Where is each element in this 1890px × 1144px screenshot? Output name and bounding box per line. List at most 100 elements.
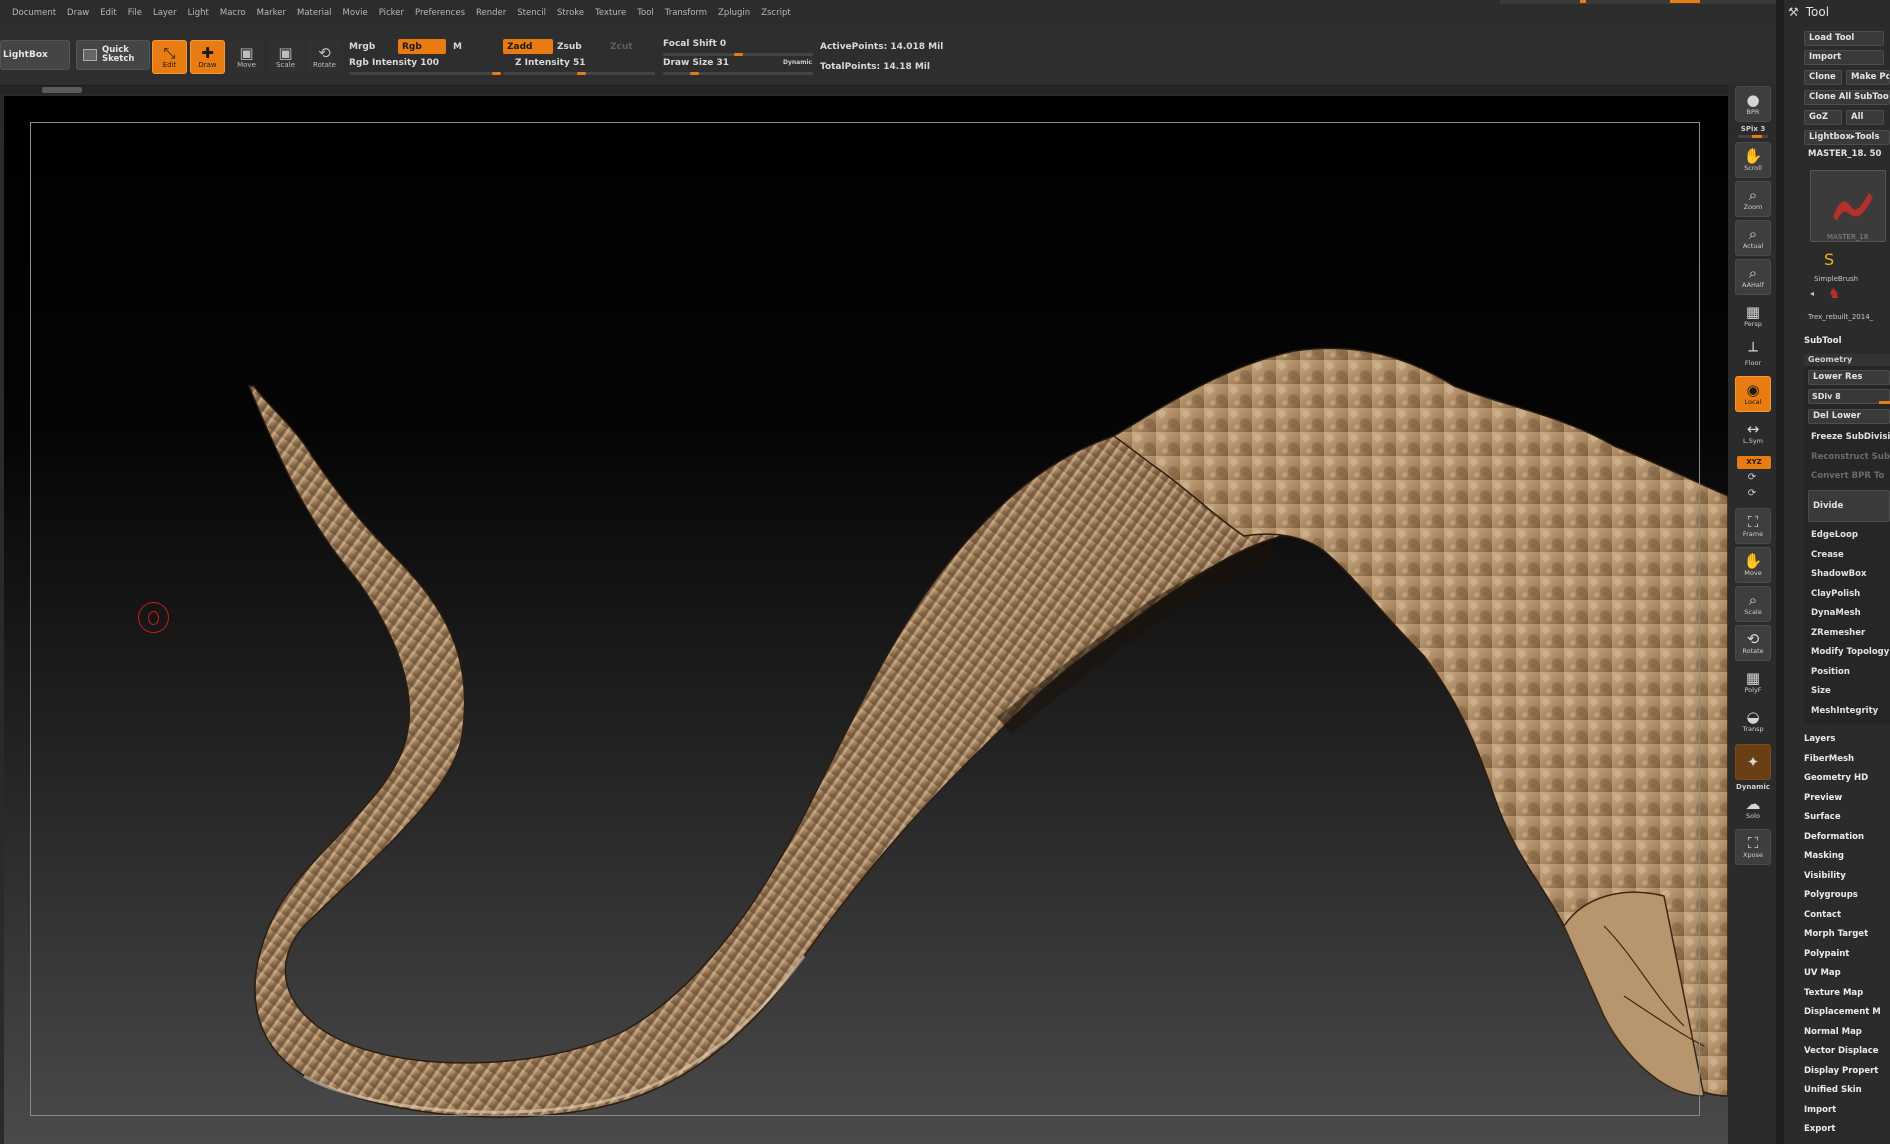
toolbar-scrollbar[interactable] bbox=[0, 86, 1780, 94]
section-visibility[interactable]: Visibility bbox=[1804, 871, 1846, 881]
ghost-button[interactable]: ✦ bbox=[1735, 744, 1771, 780]
freeze-subdivision-button[interactable]: Freeze SubDivisi bbox=[1811, 432, 1890, 442]
actual-button[interactable]: ⌕ Actual bbox=[1735, 220, 1771, 256]
polyf-button[interactable]: ▦ PolyF bbox=[1735, 664, 1771, 700]
zoom-button[interactable]: ⌕ Zoom bbox=[1735, 181, 1771, 217]
trex-icon[interactable]: ♞ bbox=[1828, 286, 1841, 302]
rotate-z-icon[interactable]: ⟳ bbox=[1740, 488, 1764, 499]
spix-slider[interactable] bbox=[1738, 135, 1768, 138]
menu-document[interactable]: Document bbox=[12, 8, 56, 18]
bpr-button[interactable]: ● BPR bbox=[1735, 86, 1771, 122]
lightbox-tools-button[interactable]: Lightbox▸Tools bbox=[1804, 130, 1890, 145]
geometry-shadowbox[interactable]: ShadowBox bbox=[1811, 569, 1867, 579]
section-morph-target[interactable]: Morph Target bbox=[1804, 929, 1868, 939]
reconstruct-subdiv-button[interactable]: Reconstruct Sub bbox=[1811, 452, 1890, 462]
section-fibermesh[interactable]: FiberMesh bbox=[1804, 754, 1854, 764]
section-import[interactable]: Import bbox=[1804, 1105, 1836, 1115]
section-geometry-hd[interactable]: Geometry HD bbox=[1804, 773, 1868, 783]
solo-button[interactable]: ☁ Solo bbox=[1735, 790, 1771, 826]
clone-button[interactable]: Clone bbox=[1804, 70, 1842, 85]
geometry-zremesher[interactable]: ZRemesher bbox=[1811, 628, 1865, 638]
goz-all-button[interactable]: All bbox=[1846, 110, 1884, 125]
quick-sketch-button[interactable]: Quick Sketch bbox=[76, 40, 150, 70]
xpose-button[interactable]: ⛶ Xpose bbox=[1735, 829, 1771, 865]
palette-divider[interactable] bbox=[1776, 0, 1784, 1144]
draw-size-slider[interactable] bbox=[663, 72, 813, 75]
trex-tool-label[interactable]: Trex_rebuilt_2014_ bbox=[1808, 313, 1873, 321]
menu-stroke[interactable]: Stroke bbox=[557, 8, 584, 18]
geometry-modify-topology[interactable]: Modify Topology bbox=[1811, 647, 1889, 657]
rotate-button[interactable]: ⟲ Rotate bbox=[307, 40, 342, 74]
menu-stencil[interactable]: Stencil bbox=[517, 8, 546, 18]
clone-all-subtools-button[interactable]: Clone All SubToo bbox=[1804, 90, 1890, 105]
shelf-scale-button[interactable]: ⌕ Scale bbox=[1735, 586, 1771, 622]
section-masking[interactable]: Masking bbox=[1804, 851, 1844, 861]
geometry-dynamesh[interactable]: DynaMesh bbox=[1811, 608, 1861, 618]
geometry-section[interactable]: Geometry bbox=[1804, 354, 1890, 366]
menu-marker[interactable]: Marker bbox=[257, 8, 286, 18]
menu-tool[interactable]: Tool bbox=[637, 8, 654, 18]
sdiv-slider[interactable]: SDiv 8 bbox=[1808, 389, 1890, 404]
geometry-meshintegrity[interactable]: MeshIntegrity bbox=[1811, 706, 1878, 716]
import-button[interactable]: Import bbox=[1804, 50, 1884, 65]
dynamic-toggle[interactable]: Dynamic bbox=[783, 59, 812, 66]
menu-transform[interactable]: Transform bbox=[665, 8, 707, 18]
menu-zscript[interactable]: Zscript bbox=[761, 8, 791, 18]
menu-draw[interactable]: Draw bbox=[67, 8, 89, 18]
transp-button[interactable]: ◒ Transp bbox=[1735, 703, 1771, 739]
menu-layer[interactable]: Layer bbox=[153, 8, 177, 18]
lightbox-button[interactable]: LightBox bbox=[0, 40, 70, 70]
rgb-intensity-slider[interactable] bbox=[349, 72, 501, 75]
scale-button[interactable]: ▣ Scale bbox=[268, 40, 303, 74]
section-preview[interactable]: Preview bbox=[1804, 793, 1842, 803]
menu-macro[interactable]: Macro bbox=[220, 8, 246, 18]
section-uv-map[interactable]: UV Map bbox=[1804, 968, 1841, 978]
make-polymesh-button[interactable]: Make Po bbox=[1846, 70, 1890, 85]
section-normal-map[interactable]: Normal Map bbox=[1804, 1027, 1862, 1037]
menu-light[interactable]: Light bbox=[188, 8, 209, 18]
section-export[interactable]: Export bbox=[1804, 1124, 1835, 1134]
shelf-rotate-button[interactable]: ⟲ Rotate bbox=[1735, 625, 1771, 661]
load-tool-button[interactable]: Load Tool bbox=[1804, 31, 1884, 46]
floor-button[interactable]: ┴ Floor bbox=[1735, 337, 1771, 373]
frame-button[interactable]: ⛶ Frame bbox=[1735, 508, 1771, 544]
z-intensity-thumb[interactable] bbox=[576, 72, 586, 75]
del-lower-button[interactable]: Del Lower bbox=[1808, 409, 1890, 424]
rotate-y-icon[interactable]: ⟳ bbox=[1740, 472, 1764, 483]
menu-zplugin[interactable]: Zplugin bbox=[718, 8, 750, 18]
zsub-toggle[interactable]: Zsub bbox=[557, 42, 582, 52]
section-display-propert[interactable]: Display Propert bbox=[1804, 1066, 1878, 1076]
focal-shift-slider[interactable] bbox=[663, 53, 813, 56]
geometry-position[interactable]: Position bbox=[1811, 667, 1850, 677]
draw-button[interactable]: ✚ Draw bbox=[190, 40, 225, 74]
section-unified-skin[interactable]: Unified Skin bbox=[1804, 1085, 1862, 1095]
m-toggle[interactable]: M bbox=[453, 42, 462, 52]
menu-material[interactable]: Material bbox=[297, 8, 332, 18]
menu-movie[interactable]: Movie bbox=[343, 8, 368, 18]
draw-size-thumb[interactable] bbox=[690, 72, 699, 75]
rgb-toggle[interactable]: Rgb bbox=[398, 39, 446, 54]
shelf-move-button[interactable]: ✋ Move bbox=[1735, 547, 1771, 583]
current-tool-thumbnail[interactable]: MASTER_18 bbox=[1810, 170, 1886, 242]
zadd-toggle[interactable]: Zadd bbox=[503, 39, 553, 54]
section-polygroups[interactable]: Polygroups bbox=[1804, 890, 1858, 900]
menu-edit[interactable]: Edit bbox=[100, 8, 116, 18]
simplebrush-icon[interactable]: S bbox=[1824, 250, 1834, 269]
simplebrush-label[interactable]: SimpleBrush bbox=[1814, 275, 1858, 283]
tool-palette-title[interactable]: ⚒ Tool bbox=[1788, 5, 1829, 19]
zcut-toggle[interactable]: Zcut bbox=[610, 42, 633, 52]
xyz-toggle[interactable]: XYZ bbox=[1737, 456, 1771, 469]
geometry-edgeloop[interactable]: EdgeLoop bbox=[1811, 530, 1858, 540]
focal-shift-thumb[interactable] bbox=[734, 53, 743, 56]
section-contact[interactable]: Contact bbox=[1804, 910, 1841, 920]
rgb-intensity-thumb[interactable] bbox=[492, 72, 501, 75]
geometry-crease[interactable]: Crease bbox=[1811, 550, 1844, 560]
geometry-claypolish[interactable]: ClayPolish bbox=[1811, 589, 1860, 599]
move-button[interactable]: ▣ Move bbox=[229, 40, 264, 74]
geometry-size[interactable]: Size bbox=[1811, 686, 1831, 696]
goz-button[interactable]: GoZ bbox=[1804, 110, 1842, 125]
edit-button[interactable]: ⤡ Edit bbox=[152, 40, 187, 74]
mrgb-toggle[interactable]: Mrgb bbox=[349, 42, 375, 52]
convert-bpr-button[interactable]: Convert BPR To bbox=[1811, 471, 1884, 481]
menu-render[interactable]: Render bbox=[476, 8, 506, 18]
